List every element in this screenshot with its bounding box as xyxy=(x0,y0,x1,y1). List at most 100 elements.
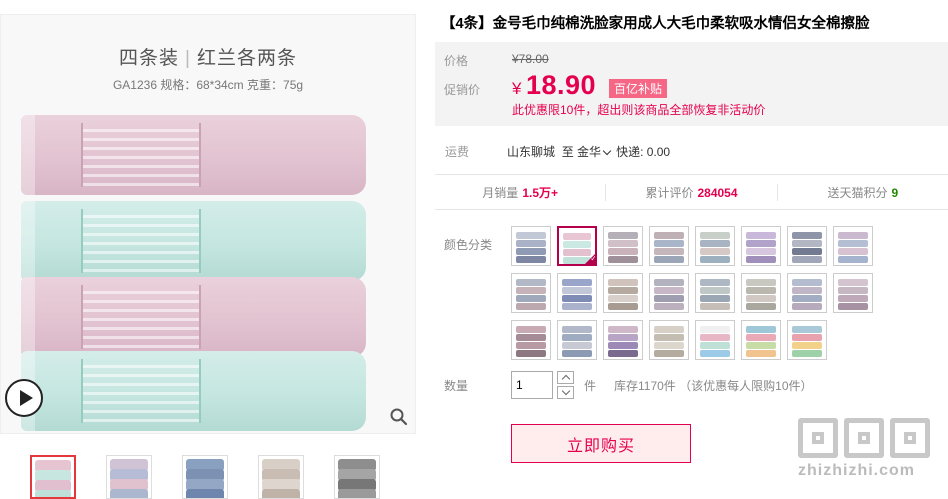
swatch-towel-stripe xyxy=(792,240,822,247)
color-swatch[interactable] xyxy=(603,320,643,360)
color-swatch[interactable] xyxy=(603,226,643,266)
towel-pink-top xyxy=(21,115,366,195)
main-product-image[interactable]: 四条装 | 红兰各两条 GA1236 规格：68*34cm 克重：75g xyxy=(1,15,415,433)
swatch-towel-stripe xyxy=(654,287,684,294)
thumbnail-towel-stripe xyxy=(186,489,224,498)
swatch-towel-stripe xyxy=(562,350,592,357)
swatch-towel-stripe xyxy=(608,256,638,263)
play-icon xyxy=(19,390,33,406)
swatch-towel-stripe xyxy=(608,342,638,349)
swatch-towel-stripe xyxy=(700,256,730,263)
gallery-thumbnail[interactable] xyxy=(334,455,380,499)
total-reviews-value: 284054 xyxy=(697,185,738,200)
color-swatch[interactable] xyxy=(695,320,735,360)
subsidy-badge: 百亿补贴 xyxy=(609,79,668,98)
swatch-towel-stripe xyxy=(562,334,592,341)
color-swatch[interactable] xyxy=(833,273,873,313)
color-swatch[interactable] xyxy=(695,273,735,313)
color-swatch[interactable] xyxy=(787,226,827,266)
swatch-towel-stripe xyxy=(792,342,822,349)
swatch-towel-stripe xyxy=(700,287,730,294)
stock-info: 库存1170件 （该优惠每人限购10件） xyxy=(614,379,813,393)
color-swatch[interactable] xyxy=(557,273,597,313)
swatch-towel-stripe xyxy=(654,303,684,310)
swatch-towel-stripe xyxy=(562,279,592,286)
swatch-towel-stripe xyxy=(516,326,546,333)
gallery-thumbnail[interactable] xyxy=(106,455,152,499)
swatch-towel-stripe xyxy=(746,248,776,255)
color-swatch[interactable] xyxy=(557,226,597,266)
gallery-thumbnail[interactable] xyxy=(30,455,76,499)
total-reviews[interactable]: 累计评价 284054 xyxy=(606,183,778,201)
color-swatch[interactable] xyxy=(557,320,597,360)
thumbnail-towel-stripe xyxy=(338,489,376,498)
zoom-icon[interactable] xyxy=(389,407,409,427)
swatch-towel-stripe xyxy=(516,232,546,239)
swatch-towel-stripe xyxy=(746,256,776,263)
towel-mint-top xyxy=(21,201,366,281)
swatch-towel-stripe xyxy=(516,342,546,349)
chevron-down-icon xyxy=(602,146,612,156)
swatch-towel-stripe xyxy=(654,232,684,239)
swatch-towel-stripe xyxy=(700,303,730,310)
swatch-towel-stripe xyxy=(608,248,638,255)
swatch-towel-stripe xyxy=(562,287,592,294)
color-swatch[interactable] xyxy=(603,273,643,313)
swatch-towel-stripe xyxy=(792,287,822,294)
monthly-sales: 月销量 1.5万+ xyxy=(435,183,607,201)
thumbnail-towel-stripe xyxy=(35,490,71,497)
color-swatch[interactable] xyxy=(511,226,551,266)
gallery-thumbnail[interactable] xyxy=(258,455,304,499)
swatch-towel-stripe xyxy=(746,295,776,302)
color-swatch[interactable] xyxy=(741,226,781,266)
color-swatch[interactable] xyxy=(649,226,689,266)
color-swatch[interactable] xyxy=(787,320,827,360)
quantity-decrease-button[interactable] xyxy=(557,386,574,399)
swatch-towel-stripe xyxy=(562,303,592,310)
swatch-towel-stripe xyxy=(563,241,591,248)
quantity-increase-button[interactable] xyxy=(557,371,574,384)
color-swatch[interactable] xyxy=(649,273,689,313)
swatch-towel-stripe xyxy=(838,256,868,263)
buy-now-button[interactable]: 立即购买 xyxy=(511,424,691,463)
caption-pack: 四条装 xyxy=(119,48,180,69)
sales-stats: 月销量 1.5万+ 累计评价 284054 送天猫积分 9 xyxy=(435,174,948,210)
swatch-towel-stripe xyxy=(838,303,868,310)
swatch-towel-stripe xyxy=(700,240,730,247)
color-swatch[interactable] xyxy=(511,320,551,360)
color-swatch[interactable] xyxy=(695,226,735,266)
gallery-thumbnail[interactable] xyxy=(182,455,228,499)
quantity-input[interactable] xyxy=(511,371,553,399)
swatch-towel-stripe xyxy=(654,279,684,286)
swatch-towel-stripe xyxy=(608,326,638,333)
towel-pink-bottom xyxy=(21,277,366,357)
swatch-towel-stripe xyxy=(838,279,868,286)
quantity-label: 数量 xyxy=(444,379,469,393)
swatch-towel-stripe xyxy=(563,233,591,240)
color-swatch[interactable] xyxy=(741,320,781,360)
swatch-towel-stripe xyxy=(792,303,822,310)
swatch-towel-stripe xyxy=(516,350,546,357)
color-swatch[interactable] xyxy=(787,273,827,313)
swatch-towel-stripe xyxy=(838,295,868,302)
swatch-towel-stripe xyxy=(654,256,684,263)
color-swatch[interactable] xyxy=(649,320,689,360)
swatch-towel-stripe xyxy=(608,287,638,294)
swatch-towel-stripe xyxy=(792,326,822,333)
swatch-towel-stripe xyxy=(746,342,776,349)
color-swatch[interactable] xyxy=(833,226,873,266)
thumbnail-strip xyxy=(30,455,380,499)
promo-price-label: 促销价 xyxy=(444,83,481,97)
shipping-destination-selector[interactable]: 金华 xyxy=(577,145,616,159)
swatch-towel-stripe xyxy=(838,248,868,255)
play-video-button[interactable] xyxy=(5,379,43,417)
swatch-towel-stripe xyxy=(608,350,638,357)
swatch-towel-stripe xyxy=(746,240,776,247)
swatch-towel-stripe xyxy=(562,326,592,333)
promo-currency: ¥ xyxy=(512,79,522,98)
color-swatch[interactable] xyxy=(511,273,551,313)
swatch-towel-stripe xyxy=(746,326,776,333)
color-swatch[interactable] xyxy=(741,273,781,313)
swatch-towel-stripe xyxy=(654,350,684,357)
image-caption: 四条装 | 红兰各两条 GA1236 规格：68*34cm 克重：75g xyxy=(1,43,415,93)
